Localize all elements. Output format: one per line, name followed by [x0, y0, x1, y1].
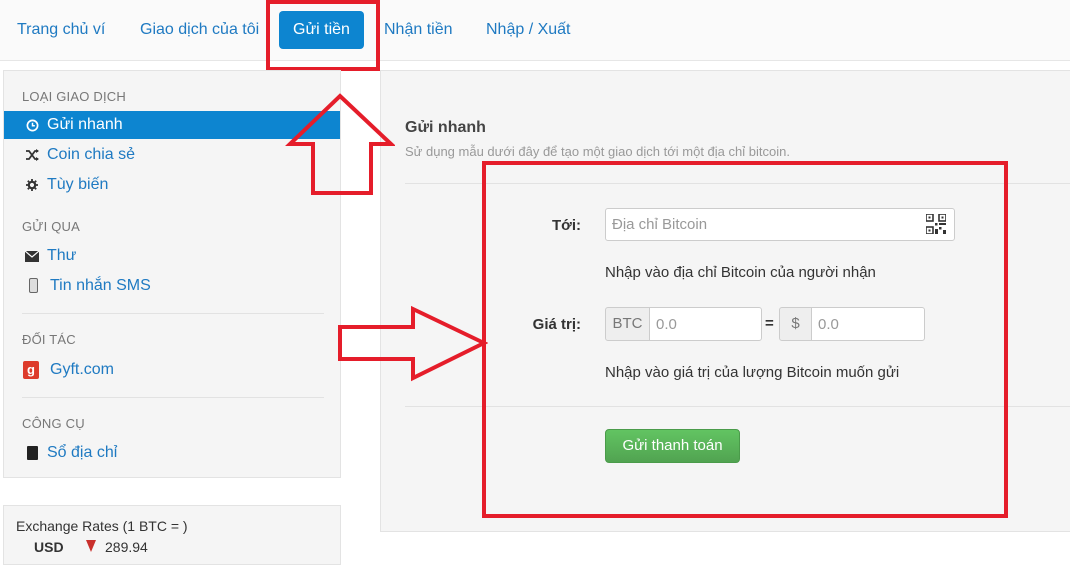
qr-code-icon[interactable] [925, 213, 947, 235]
gear-icon [24, 171, 40, 201]
section-header-tools: CÔNG CỤ [22, 416, 85, 431]
btc-addon: BTC [605, 307, 650, 341]
sidebar-item-custom[interactable]: Tùy biến [4, 171, 340, 199]
section-header-send-via: GỬI QUA [22, 219, 81, 234]
sidebar-item-label: Tin nhắn SMS [50, 277, 151, 294]
gyft-icon: g [23, 356, 39, 384]
shuffle-icon [24, 141, 40, 171]
sidebar-item-gyft[interactable]: g Gyft.com [4, 356, 340, 384]
sidebar-item-label: Gửi nhanh [47, 116, 123, 133]
clock-icon [24, 111, 40, 142]
usd-amount-input[interactable] [811, 307, 925, 341]
currency-code: USD [34, 539, 64, 555]
form-divider [405, 183, 1070, 184]
usd-addon: $ [779, 307, 812, 341]
sidebar-item-quick-send[interactable]: Gửi nhanh [4, 111, 340, 139]
amount-label: Giá trị: [532, 316, 581, 333]
exchange-rates-title: Exchange Rates (1 BTC = ) [16, 518, 188, 534]
tab-wallet-home[interactable]: Trang chủ ví [5, 11, 117, 49]
sidebar-divider [22, 397, 324, 398]
down-arrow-icon [86, 540, 96, 552]
sidebar-item-email[interactable]: Thư [4, 242, 340, 270]
sidebar: LOẠI GIAO DỊCH Gửi nhanh Coin chia sẻ Tù… [3, 70, 341, 478]
envelope-icon [24, 242, 40, 272]
send-form-panel: Gửi nhanh Sử dụng mẫu dưới đây để tạo mộ… [380, 70, 1070, 532]
tab-import-export[interactable]: Nhập / Xuất [474, 11, 583, 49]
sidebar-item-label: Tùy biến [47, 176, 109, 193]
tab-receive[interactable]: Nhận tiền [372, 11, 465, 49]
sidebar-item-label: Thư [47, 247, 77, 264]
sidebar-divider [22, 313, 324, 314]
rate-value: 289.94 [105, 539, 148, 555]
amount-help-text: Nhập vào giá trị của lượng Bitcoin muốn … [605, 364, 900, 381]
form-divider [405, 406, 1070, 407]
btc-amount-input[interactable] [649, 307, 762, 341]
equals-sign: = [765, 315, 774, 332]
section-header-partners: ĐỐI TÁC [22, 332, 76, 347]
form-subtitle: Sử dụng mẫu dưới đây để tạo một giao dịc… [405, 144, 790, 159]
sidebar-item-label: Coin chia sẻ [47, 146, 136, 163]
sidebar-item-shared-coin[interactable]: Coin chia sẻ [4, 141, 340, 169]
book-icon [24, 439, 40, 470]
phone-icon [25, 272, 41, 303]
sidebar-item-label: Sổ địa chỉ [47, 444, 118, 461]
tab-my-transactions[interactable]: Giao dịch của tôi [128, 11, 271, 49]
top-nav: Trang chủ ví Giao dịch của tôi Gửi tiền … [0, 0, 1070, 61]
bitcoin-address-input[interactable] [605, 208, 955, 241]
tab-send[interactable]: Gửi tiền [279, 11, 364, 49]
to-help-text: Nhập vào địa chỉ Bitcoin của người nhận [605, 264, 876, 281]
sidebar-item-label: Gyft.com [50, 361, 115, 378]
sidebar-item-address-book[interactable]: Sổ địa chỉ [4, 439, 340, 467]
form-title: Gửi nhanh [405, 119, 486, 136]
sidebar-item-sms[interactable]: Tin nhắn SMS [4, 272, 340, 300]
section-header-transaction-type: LOẠI GIAO DỊCH [22, 89, 126, 104]
to-label: Tới: [552, 217, 581, 234]
send-payment-button[interactable]: Gửi thanh toán [605, 429, 740, 463]
exchange-rates-panel: Exchange Rates (1 BTC = ) USD 289.94 [3, 505, 341, 565]
